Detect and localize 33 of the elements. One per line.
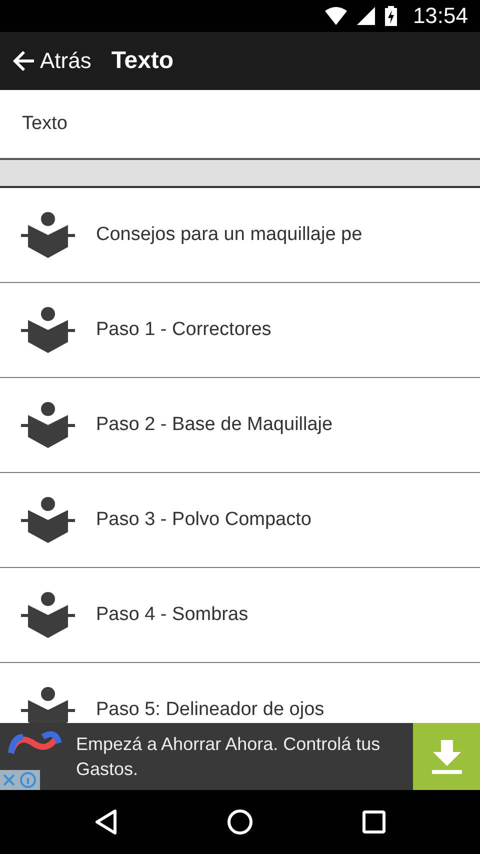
- reader-icon: [21, 306, 75, 354]
- signal-icon: [356, 7, 375, 25]
- home-circle-icon: [226, 809, 253, 835]
- section-header: Texto: [22, 113, 68, 135]
- item-label: Consejos para un maquillaje pe: [96, 224, 362, 246]
- item-label: Paso 2 - Base de Maquillaje: [96, 414, 333, 436]
- reader-icon: [21, 211, 75, 259]
- recents-square-icon: [362, 810, 386, 834]
- item-label: Paso 1 - Correctores: [96, 319, 272, 341]
- battery-charging-icon: [384, 6, 397, 26]
- wifi-icon: [324, 7, 347, 25]
- home-nav-button[interactable]: [226, 809, 253, 835]
- download-icon: [432, 740, 462, 774]
- item-label: Paso 3 - Polvo Compacto: [96, 509, 312, 531]
- reader-icon: [21, 401, 75, 449]
- reader-icon: [21, 686, 75, 723]
- list-item[interactable]: Paso 4 - Sombras: [0, 568, 480, 663]
- recents-nav-button[interactable]: [362, 810, 386, 834]
- list-item[interactable]: Paso 3 - Polvo Compacto: [0, 473, 480, 568]
- list-item[interactable]: Consejos para un maquillaje pe: [0, 188, 480, 283]
- list-item[interactable]: Paso 2 - Base de Maquillaje: [0, 378, 480, 473]
- item-label: Paso 5: Delineador de ojos: [96, 699, 324, 721]
- back-button[interactable]: Atrás: [8, 44, 96, 78]
- back-nav-button[interactable]: [94, 809, 118, 835]
- toolbar-title: Texto: [111, 47, 174, 75]
- ad-text: Empezá a Ahorrar Ahora. Controlá tus Gastos.: [75, 732, 382, 780]
- status-time: 13:54: [412, 3, 468, 29]
- reader-icon: [21, 496, 75, 544]
- back-arrow-icon: [12, 50, 36, 72]
- item-label: Paso 4 - Sombras: [96, 604, 248, 626]
- reader-icon: [21, 591, 75, 639]
- list-item[interactable]: Paso 1 - Correctores: [0, 283, 480, 378]
- back-triangle-icon: [94, 809, 118, 835]
